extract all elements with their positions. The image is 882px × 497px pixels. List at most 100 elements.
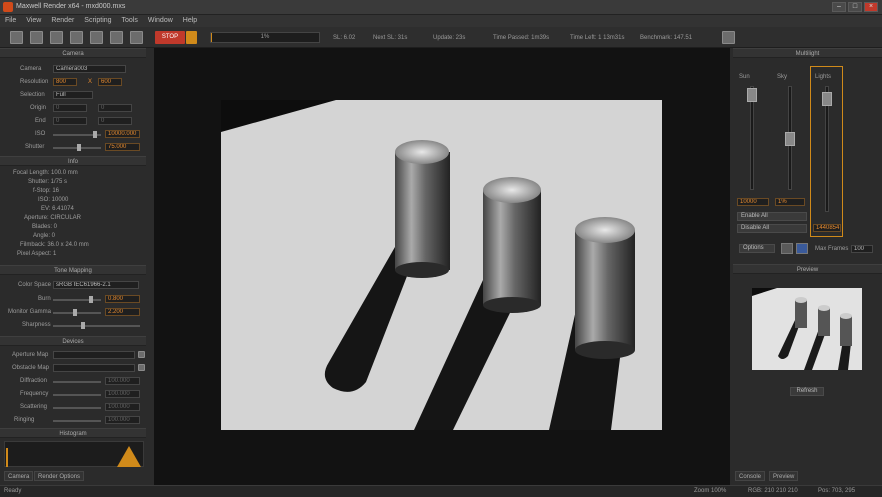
- menu-render[interactable]: Render: [51, 15, 74, 27]
- render-progress-bar: 1%: [210, 32, 320, 43]
- menu-view[interactable]: View: [26, 15, 41, 27]
- folder-icon[interactable]: [138, 364, 145, 371]
- camera-section-header: Camera: [0, 48, 146, 58]
- window-title: Maxwell Render x64 - mxd000.mxs: [16, 3, 126, 10]
- resolution-height[interactable]: 600: [98, 78, 122, 86]
- tab-render-options[interactable]: Render Options: [34, 471, 85, 481]
- resolution-width[interactable]: 800: [53, 78, 77, 86]
- preview-section-header: Preview: [733, 264, 882, 274]
- origin-y[interactable]: 0: [98, 104, 132, 112]
- max-frames-label: Max Frames: [815, 246, 849, 252]
- time-passed: Time Passed: 1m39s: [493, 35, 550, 41]
- update-time: Update: 23s: [433, 35, 466, 41]
- stop-button[interactable]: STOP: [155, 31, 185, 44]
- resolution-lock[interactable]: X: [88, 79, 92, 85]
- histogram-section-header: Histogram: [0, 428, 146, 438]
- burn-field[interactable]: 0.800: [105, 295, 140, 303]
- sharpness-label: Sharpness: [22, 322, 51, 328]
- folder-icon[interactable]: [138, 351, 145, 358]
- sharpness-slider[interactable]: [53, 322, 140, 329]
- play-icon[interactable]: [796, 243, 808, 254]
- menu-window[interactable]: Window: [148, 15, 173, 27]
- burn-slider[interactable]: [53, 296, 101, 303]
- tab-preview[interactable]: Preview: [769, 471, 799, 481]
- render-image: [221, 100, 662, 430]
- shutter-slider[interactable]: [53, 144, 101, 151]
- fullscreen-icon[interactable]: [722, 31, 735, 44]
- status-bar: Ready Zoom 100% RGB: 210 210 210 Pos: 70…: [0, 485, 882, 497]
- burn-label: Burn: [38, 296, 51, 302]
- tab-camera[interactable]: Camera: [4, 471, 34, 481]
- image-icon[interactable]: [70, 31, 83, 44]
- selection-select[interactable]: Full: [53, 91, 93, 99]
- info-aperture: Aperture: CIRCULAR: [24, 215, 82, 221]
- benchmark: Benchmark: 147.51: [640, 35, 693, 41]
- scattering-label: Scattering: [20, 404, 48, 410]
- menu-file[interactable]: File: [5, 15, 16, 27]
- channel-thumb-lights[interactable]: [822, 92, 832, 106]
- info-ev: EV: 6.41074: [41, 206, 74, 212]
- preview-image: [752, 288, 852, 370]
- maximize-button[interactable]: □: [848, 2, 862, 12]
- next-sampling-level: Next SL: 31s: [373, 35, 408, 41]
- network-icon[interactable]: [130, 31, 143, 44]
- obstacle-map-label: Obstacle Map: [12, 365, 50, 371]
- max-frames-field[interactable]: 100: [851, 245, 873, 253]
- info-iso: ISO: 10000: [38, 197, 69, 203]
- tab-console[interactable]: Console: [735, 471, 766, 481]
- end-x[interactable]: 0: [53, 117, 87, 125]
- histogram: [4, 441, 144, 467]
- channel-value-sky[interactable]: 1%: [775, 198, 805, 206]
- frequency-slider[interactable]: [53, 394, 101, 396]
- obstacle-map-field[interactable]: [53, 364, 135, 372]
- refresh-button[interactable]: Refresh: [790, 387, 824, 396]
- resolution-label: Resolution: [20, 79, 49, 85]
- multilight-icon[interactable]: [110, 31, 123, 44]
- iso-field[interactable]: 10000.000: [105, 130, 140, 138]
- time-left: Time Left: 1 13m31s: [570, 35, 625, 41]
- color-space-select[interactable]: sRGB IEC61966-2.1: [53, 281, 139, 289]
- ringing-slider[interactable]: [53, 420, 101, 422]
- region-icon[interactable]: [90, 31, 103, 44]
- origin-x[interactable]: 0: [53, 104, 87, 112]
- render-settings-icon[interactable]: [50, 31, 63, 44]
- monitor-gamma-field[interactable]: 2.200: [105, 308, 140, 316]
- enable-all-button[interactable]: Enable All: [737, 212, 807, 221]
- disable-all-button[interactable]: Disable All: [737, 224, 807, 233]
- end-y[interactable]: 0: [98, 117, 132, 125]
- iso-slider[interactable]: [53, 131, 101, 138]
- lock-icon[interactable]: [186, 31, 197, 44]
- open-icon[interactable]: [10, 31, 23, 44]
- menu-scripting[interactable]: Scripting: [84, 15, 111, 27]
- monitor-gamma-slider[interactable]: [53, 309, 101, 316]
- frequency-field[interactable]: 100.000: [105, 390, 140, 398]
- multilight-section-header: Multilight: [733, 48, 882, 58]
- options-dropdown[interactable]: Options: [739, 244, 775, 253]
- camera-label: Camera: [20, 66, 42, 72]
- channel-value-sun[interactable]: 10000: [737, 198, 769, 206]
- channel-label-sky: Sky: [777, 74, 788, 80]
- scattering-field[interactable]: 100.000: [105, 403, 140, 411]
- aperture-map-field[interactable]: [53, 351, 135, 359]
- channel-thumb-sun[interactable]: [747, 88, 757, 102]
- channel-label-sun: Sun: [739, 74, 750, 80]
- end-label: End: [35, 118, 46, 124]
- close-button[interactable]: ×: [864, 2, 878, 12]
- channel-value-lights[interactable]: 1440854: [813, 224, 841, 232]
- diffraction-label: Diffraction: [20, 378, 47, 384]
- menu-help[interactable]: Help: [183, 15, 197, 27]
- minimize-button[interactable]: –: [832, 2, 846, 12]
- play-back-icon[interactable]: [781, 243, 793, 254]
- shutter-field[interactable]: 75.000: [105, 143, 140, 151]
- diffraction-slider[interactable]: [53, 381, 101, 383]
- ringing-field[interactable]: 100.000: [105, 416, 140, 424]
- camera-select[interactable]: Camera003: [53, 65, 126, 73]
- save-icon[interactable]: [30, 31, 43, 44]
- scattering-slider[interactable]: [53, 407, 101, 409]
- menu-tools[interactable]: Tools: [122, 15, 138, 27]
- devices-section-header: Devices: [0, 336, 146, 346]
- selection-label: Selection: [20, 92, 45, 98]
- tone-mapping-section-header: Tone Mapping: [0, 265, 146, 275]
- diffraction-field[interactable]: 100.000: [105, 377, 140, 385]
- channel-thumb-sky[interactable]: [785, 132, 795, 146]
